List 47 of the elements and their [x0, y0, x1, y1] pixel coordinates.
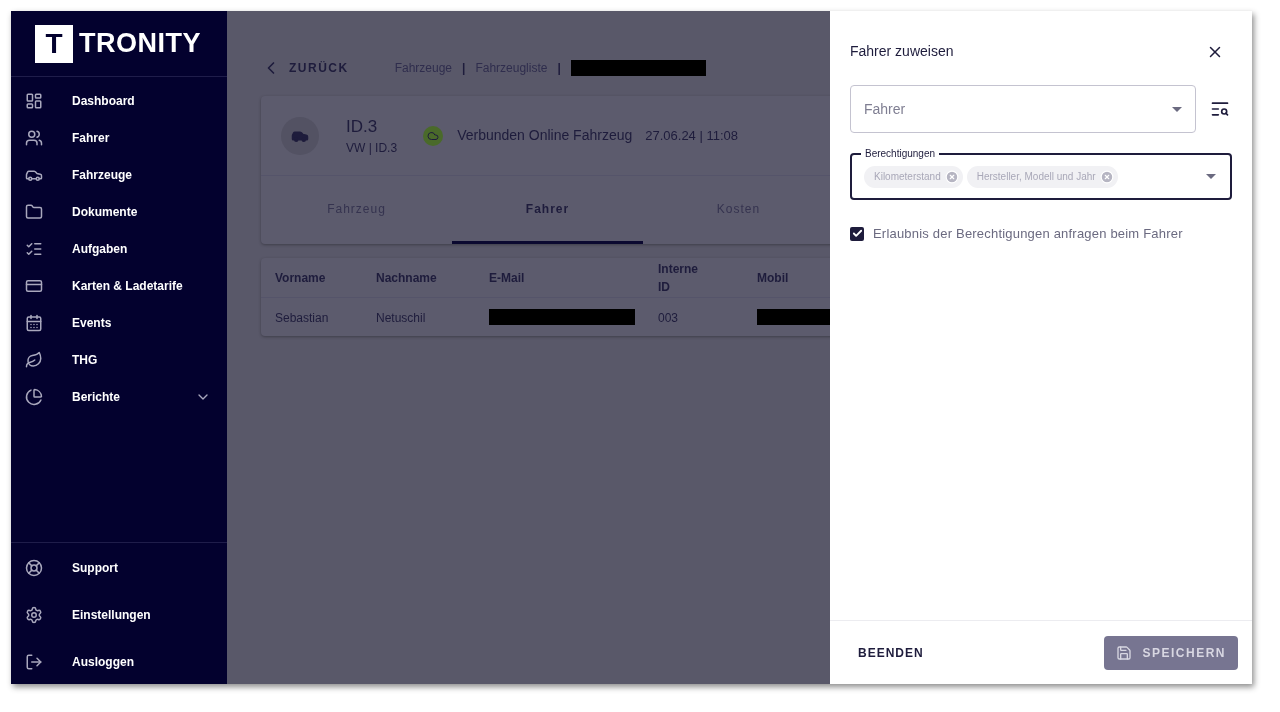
cancel-button[interactable]: BEENDEN [858, 643, 924, 662]
driver-select[interactable]: Fahrer [850, 85, 1196, 133]
vehicle-timestamp: 27.06.24 | 11:08 [645, 126, 739, 145]
dashboard-icon [25, 91, 43, 110]
sidebar-item[interactable]: Support [11, 549, 227, 586]
dropdown-icon [1206, 174, 1216, 179]
calendar-icon [25, 313, 43, 332]
save-icon [1116, 644, 1133, 661]
settings-icon [25, 605, 43, 624]
column-header: Nachname [376, 269, 438, 287]
vehicle-status: Verbunden Online Fahrzeug [457, 126, 633, 145]
sidebar-item[interactable]: Einstellungen [11, 596, 227, 633]
sidebar-item[interactable]: Ausloggen [11, 643, 227, 680]
sidebar-item[interactable]: Fahrer [11, 119, 227, 156]
table-cell: 003 [658, 311, 679, 325]
checkbox[interactable] [850, 226, 864, 241]
column-header: Vorname [275, 269, 327, 287]
people-icon [25, 128, 43, 147]
sidebar-item[interactable]: Berichte [11, 378, 227, 415]
logout-icon [25, 652, 43, 671]
request-permission-checkbox[interactable]: Erlaubnis der Berechtigungen anfragen beim Fahrer [850, 224, 1252, 244]
lifebuoy-icon [25, 558, 43, 577]
dropdown-icon [1172, 106, 1182, 112]
sidebar-item[interactable]: Dashboard [11, 82, 227, 119]
table-cell: Netuschil [376, 311, 426, 325]
search-list-icon[interactable] [1210, 99, 1230, 119]
sidebar-item[interactable]: Events [11, 304, 227, 341]
sidebar-item[interactable]: THG [11, 341, 227, 378]
table-cell: Sebastian [275, 311, 329, 325]
folder-icon [25, 202, 43, 221]
breadcrumb-separator: | [557, 60, 561, 77]
breadcrumb-separator: | [462, 60, 466, 77]
column-header: Mobil [757, 269, 790, 287]
field-label: Berechtigungen [861, 146, 940, 161]
drawer-title: Fahrer zuweisen [850, 42, 954, 61]
leaf-icon [25, 350, 43, 369]
logo-text: TRONITY [79, 27, 201, 61]
pie-chart-icon [25, 387, 43, 406]
sidebar-item[interactable]: Fahrzeuge [11, 156, 227, 193]
vehicle-subtitle: VW | ID.3 [346, 140, 398, 158]
vehicle-name: ID.3 [346, 115, 379, 138]
column-header: Interne ID [658, 260, 699, 296]
sidebar-item[interactable]: Karten & Ladetarife [11, 267, 227, 304]
sidebar-item[interactable]: Aufgaben [11, 230, 227, 267]
sidebar-item[interactable]: Dokumente [11, 193, 227, 230]
column-header: E-Mail [489, 269, 526, 287]
logo-mark: T [35, 24, 73, 63]
